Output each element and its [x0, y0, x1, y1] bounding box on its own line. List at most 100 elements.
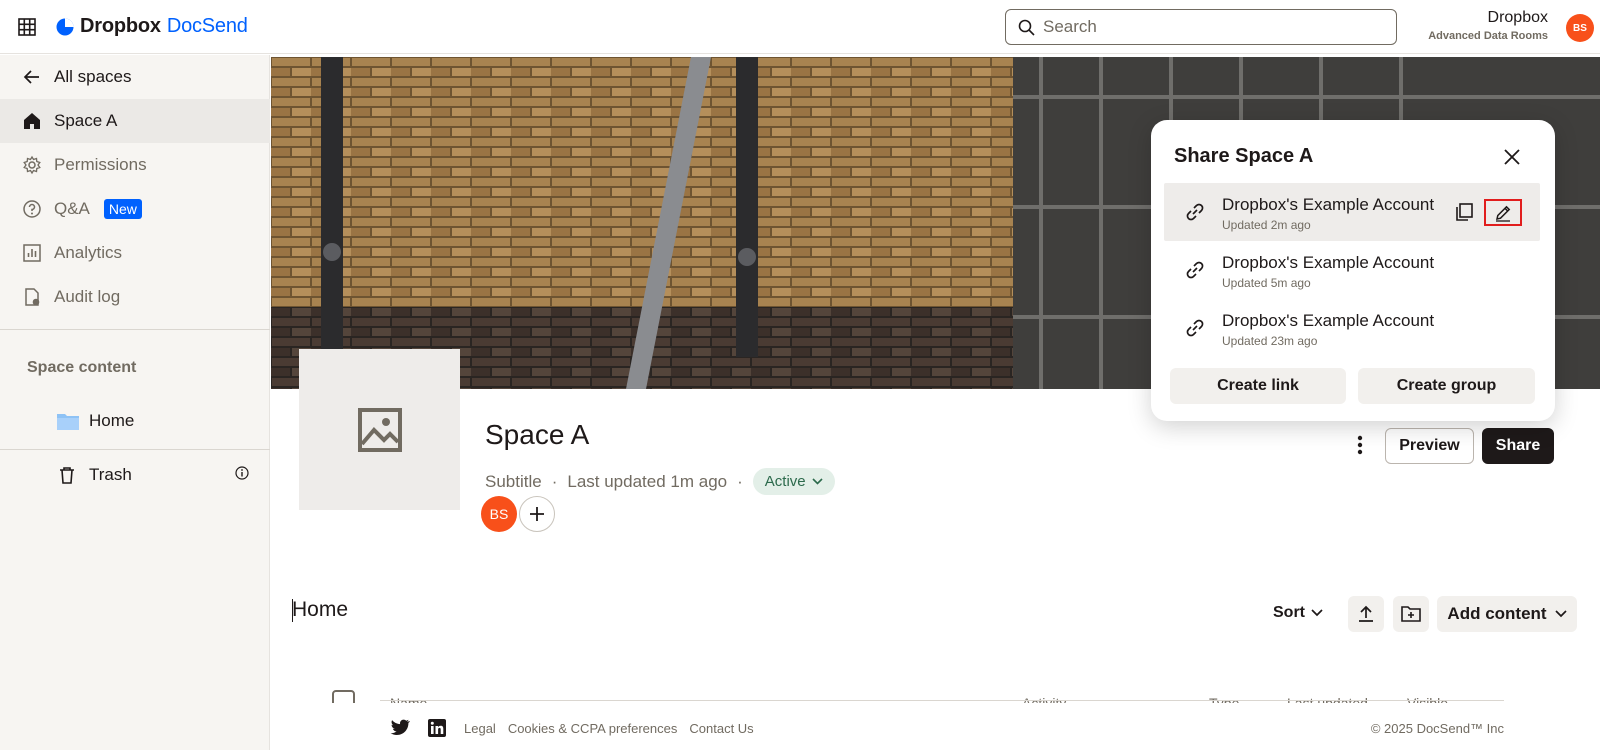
sidebar-item-label: Permissions [54, 155, 147, 174]
info-icon[interactable] [235, 466, 249, 480]
link-icon [1186, 261, 1204, 279]
space-thumbnail[interactable] [299, 349, 460, 510]
table-header: Name Activity Type Last updated Visible [332, 690, 1504, 704]
chevron-down-icon [1554, 610, 1567, 618]
status-label: Active [764, 473, 806, 490]
add-content-button[interactable]: Add content [1437, 596, 1577, 632]
folder-plus-icon [1401, 606, 1421, 622]
space-content-title: Space content [27, 359, 137, 376]
section-title-home: Home [292, 598, 349, 621]
meta-separator: · [551, 471, 558, 491]
sidebar-divider [0, 329, 270, 330]
sidebar: All spaces Space A Permissions Q&A New A… [0, 55, 270, 750]
tree-item-home[interactable]: Home [57, 411, 134, 431]
new-badge: New [103, 199, 142, 219]
account-info[interactable]: Dropbox Advanced Data Rooms [1428, 9, 1548, 42]
sidebar-item-label: Analytics [54, 243, 123, 262]
pencil-icon [1496, 205, 1511, 222]
footer-link-cookies[interactable]: Cookies & CCPA preferences [508, 721, 678, 736]
account-name: Dropbox [1487, 9, 1548, 26]
edit-link-button[interactable] [1484, 199, 1522, 226]
brand-dropbox: Dropbox [80, 15, 161, 37]
account-plan: Advanced Data Rooms [1428, 30, 1548, 42]
chevron-down-icon [812, 478, 823, 485]
link-icon [1186, 203, 1204, 221]
close-icon[interactable] [1502, 147, 1522, 167]
text-cursor [292, 599, 293, 622]
share-link-updated: Updated 2m ago [1222, 218, 1311, 232]
sidebar-item-qa[interactable]: Q&A New [0, 187, 270, 231]
trash-icon [60, 467, 74, 484]
footer: Legal Cookies & CCPA preferences Contact… [270, 703, 1600, 750]
space-title[interactable]: Space A [485, 419, 589, 451]
twitter-icon[interactable] [390, 719, 410, 736]
space-subtitle[interactable]: Subtitle [485, 472, 542, 492]
share-link-name: Dropbox's Example Account [1222, 195, 1435, 214]
search-icon [1018, 19, 1035, 36]
search-input[interactable] [1043, 17, 1373, 37]
share-link-row[interactable]: Dropbox's Example Account Updated 5m ago [1164, 241, 1540, 299]
user-avatar[interactable]: BS [1566, 14, 1594, 42]
upload-icon [1359, 605, 1373, 622]
table-divider [380, 700, 1504, 701]
image-placeholder-icon [357, 407, 402, 452]
share-popover: Share Space A Dropbox's Example Account … [1151, 120, 1555, 421]
home-icon [24, 113, 40, 129]
docsend-logo-icon [56, 18, 74, 35]
tree-item-label: Home [89, 411, 135, 430]
docsend-logo[interactable]: Dropbox DocSend [56, 15, 248, 38]
share-popover-title: Share Space A [1174, 145, 1314, 167]
all-spaces-link[interactable]: All spaces [0, 55, 270, 99]
sidebar-item-label: Q&A [54, 199, 90, 218]
folder-icon [57, 414, 79, 430]
sidebar-item-permissions[interactable]: Permissions [0, 143, 270, 187]
share-link-row[interactable]: Dropbox's Example Account Updated 2m ago [1164, 183, 1540, 241]
sidebar-item-analytics[interactable]: Analytics [0, 231, 270, 275]
share-link-updated: Updated 23m ago [1222, 334, 1318, 348]
share-button[interactable]: Share [1482, 428, 1554, 464]
create-link-button[interactable]: Create link [1170, 368, 1346, 404]
new-folder-button[interactable] [1393, 596, 1429, 632]
footer-link-contact[interactable]: Contact Us [689, 721, 753, 736]
sort-label: Sort [1273, 604, 1305, 621]
sidebar-item-space-a[interactable]: Space A [0, 99, 270, 143]
chart-icon [23, 244, 41, 262]
question-icon [23, 200, 41, 218]
copy-icon[interactable] [1454, 202, 1474, 222]
gear-icon [23, 155, 41, 175]
sidebar-item-label: Space A [54, 111, 118, 130]
app-grid-icon[interactable] [18, 18, 36, 36]
link-icon [1186, 319, 1204, 337]
brand-docsend: DocSend [166, 15, 248, 37]
share-link-name: Dropbox's Example Account [1222, 253, 1435, 272]
space-meta: Subtitle · Last updated 1m ago · Active [485, 468, 835, 495]
sidebar-item-label: Audit log [54, 287, 121, 306]
add-member-button[interactable] [519, 496, 555, 532]
footer-link-legal[interactable]: Legal [464, 721, 496, 736]
sidebar-item-audit-log[interactable]: Audit log [0, 275, 270, 319]
add-content-label: Add content [1447, 604, 1547, 623]
member-avatar[interactable]: BS [481, 496, 517, 532]
sidebar-divider [0, 449, 270, 450]
footer-links: Legal Cookies & CCPA preferences Contact… [464, 721, 754, 736]
create-group-button[interactable]: Create group [1358, 368, 1535, 404]
preview-button[interactable]: Preview [1385, 428, 1474, 464]
copyright: © 2025 DocSend™ Inc [1370, 721, 1504, 736]
chevron-down-icon [1311, 609, 1323, 617]
search-box[interactable] [1005, 9, 1397, 45]
tree-item-trash[interactable]: Trash [57, 465, 132, 485]
top-bar: Dropbox DocSend Dropbox Advanced Data Ro… [0, 0, 1600, 54]
meta-separator: · [737, 471, 743, 491]
last-updated: Last updated 1m ago [567, 471, 728, 491]
upload-button[interactable] [1348, 596, 1384, 632]
sort-dropdown[interactable]: Sort [1273, 604, 1323, 622]
share-link-name: Dropbox's Example Account [1222, 311, 1435, 330]
status-dropdown[interactable]: Active [752, 468, 835, 495]
share-link-row[interactable]: Dropbox's Example Account Updated 23m ag… [1164, 299, 1540, 357]
more-options-button[interactable] [1350, 433, 1370, 457]
linkedin-icon[interactable] [428, 719, 446, 737]
social-links [390, 719, 446, 737]
arrow-left-icon [23, 70, 39, 84]
all-spaces-label: All spaces [54, 67, 132, 86]
plus-icon [530, 507, 544, 521]
